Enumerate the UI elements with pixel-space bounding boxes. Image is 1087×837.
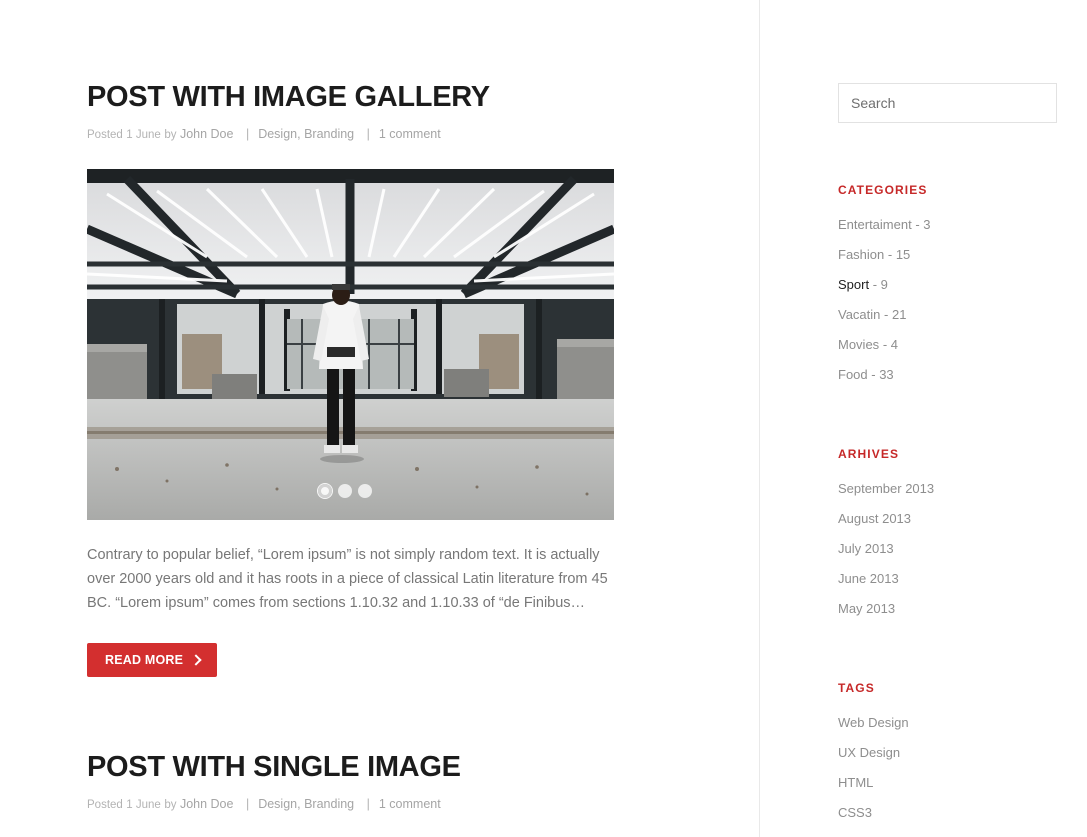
list-item: Entertaiment - 3 (838, 217, 1078, 247)
tag-list: Web Design UX Design HTML CSS3 (838, 715, 1078, 835)
tag-link[interactable]: UX Design (838, 745, 900, 760)
tag-link[interactable]: CSS3 (838, 805, 872, 820)
comments-link[interactable]: 1 comment (379, 797, 441, 811)
archive-link[interactable]: July 2013 (838, 541, 894, 556)
meta-comma: , (297, 127, 301, 141)
list-item: August 2013 (838, 511, 1078, 541)
category-list: Entertaiment - 3 Fashion - 15 Sport - 9 … (838, 217, 1078, 397)
post-excerpt: Contrary to popular belief, “Lorem ipsum… (87, 547, 608, 611)
list-item: Web Design (838, 715, 1078, 745)
category-count: - 15 (887, 247, 911, 262)
archives-widget: ARHIVES September 2013 August 2013 July … (838, 447, 1078, 631)
archive-link[interactable]: June 2013 (838, 571, 899, 586)
post-meta: Posted 1 June by John Doe | Design, Brand… (87, 126, 727, 143)
meta-separator: | (245, 127, 250, 141)
archive-link[interactable]: September 2013 (838, 481, 934, 496)
archive-link[interactable]: August 2013 (838, 511, 911, 526)
category-count: - 9 (872, 277, 888, 292)
posted-label: Posted (87, 129, 123, 141)
widget-title-archives: ARHIVES (838, 447, 900, 461)
post-title[interactable]: POST WITH SINGLE IMAGE (87, 750, 727, 784)
list-item: UX Design (838, 745, 1078, 775)
author-link[interactable]: John Doe (180, 797, 234, 811)
list-item: CSS3 (838, 805, 1078, 835)
list-item: June 2013 (838, 571, 1078, 601)
archive-list: September 2013 August 2013 July 2013 Jun… (838, 481, 1078, 631)
slider-dot-icon[interactable] (358, 484, 372, 498)
posted-label: Posted (87, 799, 123, 811)
category-count: - 4 (882, 337, 898, 352)
post-meta: Posted 1 June by John Doe | Design, Brand… (87, 796, 727, 813)
read-more-label: READ MORE (105, 653, 184, 667)
by-label: by (164, 799, 177, 811)
category-link-design[interactable]: Design (258, 127, 297, 141)
slider-dot-icon[interactable] (318, 484, 332, 498)
search-input[interactable] (838, 83, 1057, 123)
category-link-sport[interactable]: Sport (838, 277, 869, 292)
meta-separator: | (366, 127, 370, 141)
category-count: - 3 (915, 217, 931, 232)
category-link-branding[interactable]: Branding (304, 127, 354, 141)
blog-page: POST WITH IMAGE GALLERY Posted 1 June by… (0, 0, 1087, 837)
list-item: September 2013 (838, 481, 1078, 511)
meta-comma: , (297, 797, 301, 811)
category-link-design[interactable]: Design (258, 797, 297, 811)
category-link-movies[interactable]: Movies (838, 337, 879, 352)
meta-separator: | (245, 797, 250, 811)
read-more-button[interactable]: READ MORE (87, 643, 218, 677)
category-link-food[interactable]: Food (838, 367, 868, 382)
category-count: - 33 (871, 367, 894, 382)
category-link-branding[interactable]: Branding (304, 797, 354, 811)
category-link-vacatin[interactable]: Vacatin (838, 307, 880, 322)
tags-widget: TAGS Web Design UX Design HTML CSS3 (838, 681, 1078, 835)
slider-dot-icon[interactable] (338, 484, 352, 498)
list-item: Sport - 9 (838, 277, 1078, 307)
list-item: Vacatin - 21 (838, 307, 1078, 337)
post-date: 1 June (126, 799, 161, 811)
widget-title-tags: TAGS (838, 681, 875, 695)
meta-separator: | (366, 797, 370, 811)
list-item: July 2013 (838, 541, 1078, 571)
gallery-pagination (318, 484, 372, 498)
author-link[interactable]: John Doe (180, 127, 234, 141)
list-item: May 2013 (838, 601, 1078, 631)
post-title[interactable]: POST WITH IMAGE GALLERY (87, 80, 727, 114)
sidebar-divider (759, 0, 760, 837)
post-single-image: POST WITH SINGLE IMAGE Posted 1 June by … (87, 750, 727, 813)
category-link-fashion[interactable]: Fashion (838, 247, 884, 262)
list-item: HTML (838, 775, 1078, 805)
image-gallery[interactable] (87, 169, 614, 520)
by-label: by (164, 129, 177, 141)
widget-title-categories: CATEGORIES (838, 183, 928, 197)
post-date: 1 June (126, 129, 161, 141)
list-item: Movies - 4 (838, 337, 1078, 367)
list-item: Fashion - 15 (838, 247, 1078, 277)
category-count: - 21 (884, 307, 907, 322)
chevron-right-icon (190, 654, 202, 666)
tag-link[interactable]: Web Design (838, 715, 909, 730)
category-link-entertaiment[interactable]: Entertaiment (838, 217, 912, 232)
categories-widget: CATEGORIES Entertaiment - 3 Fashion - 15… (838, 183, 1078, 397)
archive-link[interactable]: May 2013 (838, 601, 895, 616)
tag-link[interactable]: HTML (838, 775, 873, 790)
list-item: Food - 33 (838, 367, 1078, 397)
comments-link[interactable]: 1 comment (379, 127, 441, 141)
post-image-gallery: POST WITH IMAGE GALLERY Posted 1 June by… (87, 80, 727, 677)
gallery-photo (87, 169, 614, 520)
